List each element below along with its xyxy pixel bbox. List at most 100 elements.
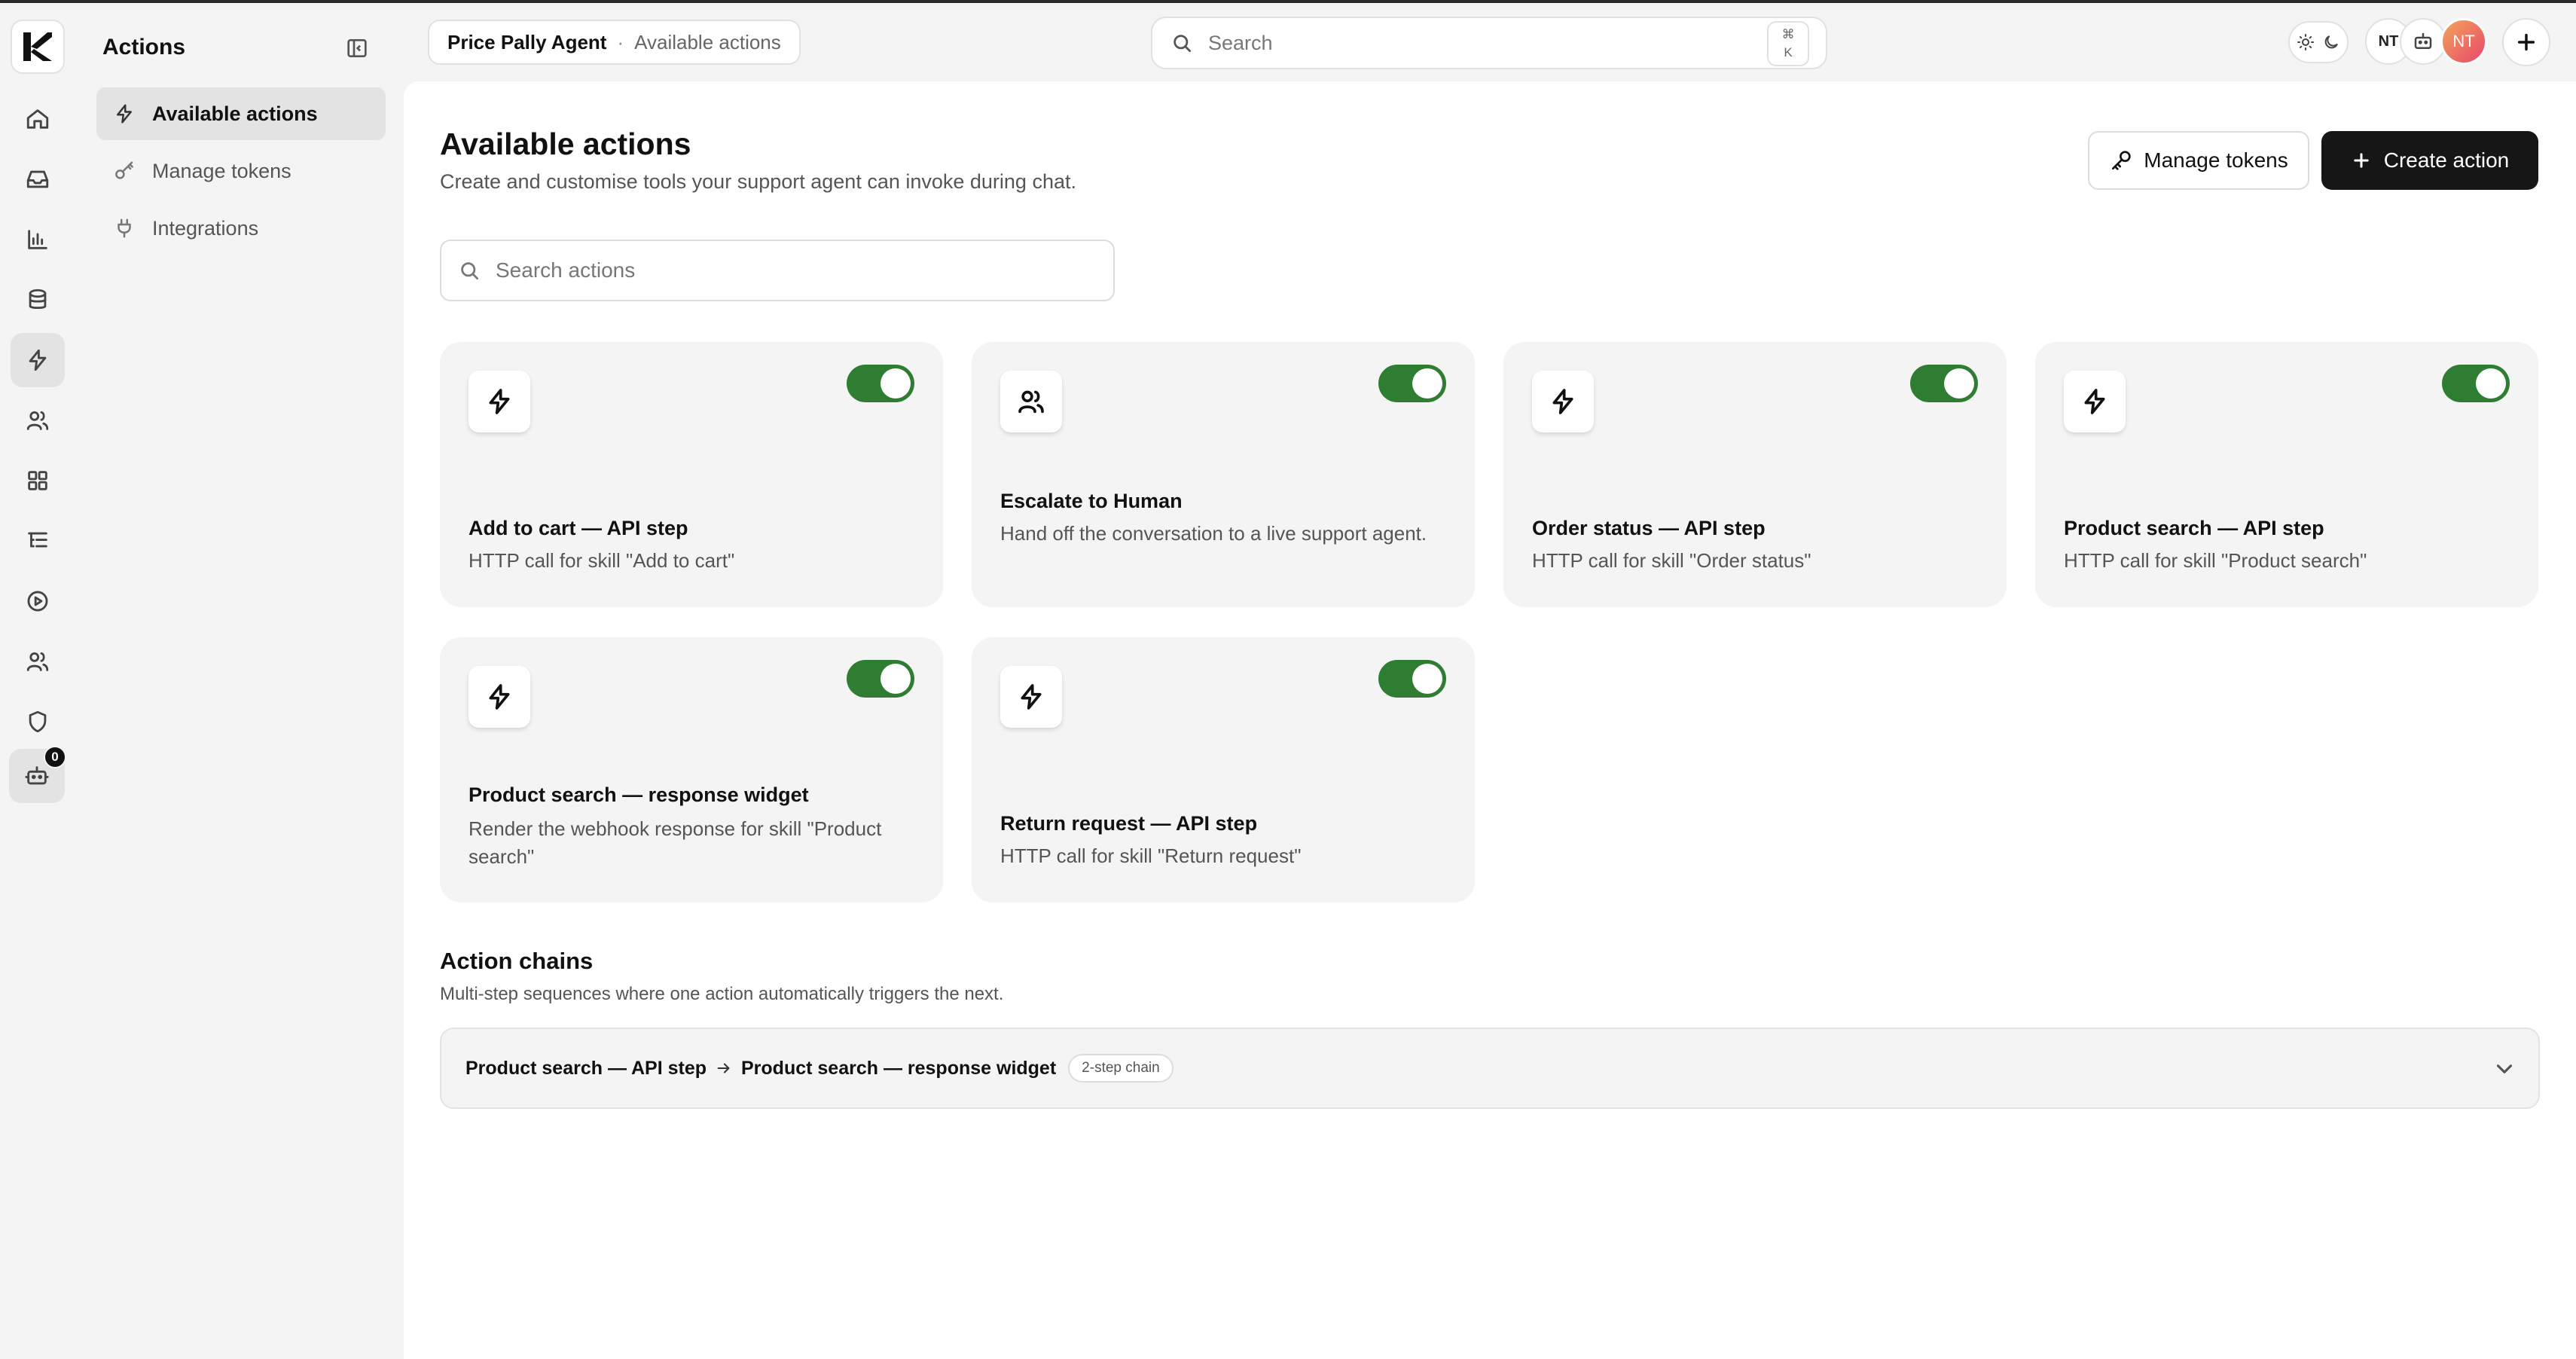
plus-icon: [2354, 153, 2369, 168]
sidebar-item-label: Available actions: [152, 102, 318, 125]
lightning-icon: [1552, 389, 1573, 414]
toggle-knob: [1412, 368, 1442, 399]
logo-icon: [23, 32, 52, 61]
moon-icon: [2324, 35, 2338, 49]
rail-flows[interactable]: [11, 514, 65, 568]
global-search-placeholder: Search: [1208, 31, 1273, 54]
manage-tokens-button[interactable]: Manage tokens: [2088, 131, 2309, 190]
action-enabled-toggle[interactable]: [847, 365, 914, 402]
action-name: Escalate to Human: [1000, 490, 1183, 512]
key-icon: [2112, 151, 2131, 170]
users-icon: [1018, 390, 1044, 414]
play-circle-icon: [27, 591, 48, 612]
grid-icon: [28, 471, 47, 490]
lightning-icon: [489, 684, 510, 710]
rail-team[interactable]: [11, 634, 65, 689]
toggle-knob: [2476, 368, 2506, 399]
rail-analytics[interactable]: [11, 212, 65, 267]
chain-length-badge: 2-step chain: [1068, 1054, 1174, 1083]
action-icon-tile: [1000, 371, 1062, 432]
lightning-icon: [2084, 389, 2105, 414]
inbox-icon: [26, 170, 49, 188]
action-chain-row[interactable]: Product search — API step Product search…: [440, 1028, 2540, 1109]
rail-contacts[interactable]: [11, 393, 65, 447]
action-enabled-toggle[interactable]: [1378, 365, 1446, 402]
action-enabled-toggle[interactable]: [847, 660, 914, 698]
database-icon: [29, 289, 47, 310]
rail-security[interactable]: [11, 695, 65, 749]
sun-icon: [2297, 34, 2315, 50]
add-button[interactable]: [2502, 18, 2550, 66]
main-content: Available actions Create and customise t…: [404, 81, 2576, 1359]
action-description: Hand off the conversation to a live supp…: [1000, 522, 1427, 545]
breadcrumb[interactable]: Price Pally Agent · Available actions: [428, 20, 801, 65]
search-shortcut-hint: ⌘ K: [1767, 21, 1809, 66]
action-card-return-request[interactable]: Return request — API step HTTP call for …: [972, 637, 1475, 902]
action-chains-title: Action chains: [440, 948, 594, 974]
global-search-input[interactable]: Search ⌘ K: [1151, 17, 1827, 69]
sidebar-title: Actions: [102, 35, 186, 60]
home-icon: [26, 109, 49, 129]
rail-actions[interactable]: [11, 333, 65, 387]
app-logo[interactable]: [11, 20, 65, 74]
bot-icon: [25, 766, 49, 785]
theme-toggle[interactable]: [2288, 21, 2349, 63]
rail-home[interactable]: [11, 92, 65, 146]
bar-chart-icon: [28, 230, 47, 249]
expand-chain-button[interactable]: [2492, 1056, 2517, 1082]
action-icon-tile: [1532, 371, 1594, 432]
rail-data[interactable]: [11, 273, 65, 327]
action-card-product-search-api[interactable]: Product search — API step HTTP call for …: [2035, 342, 2538, 607]
key-icon: [115, 161, 133, 179]
icon-rail: 0: [0, 3, 75, 1359]
action-card-escalate-to-human[interactable]: Escalate to Human Hand off the conversat…: [972, 342, 1475, 607]
page-title: Available actions: [440, 127, 691, 161]
action-card-product-search-widget[interactable]: Product search — response widget Render …: [440, 637, 943, 902]
bot-icon: [2414, 32, 2432, 49]
action-name: Return request — API step: [1000, 812, 1258, 835]
plug-icon: [118, 218, 131, 238]
action-icon-tile: [1000, 666, 1062, 728]
toggle-knob: [881, 368, 911, 399]
manage-tokens-label: Manage tokens: [2144, 148, 2288, 172]
create-action-button[interactable]: Create action: [2321, 131, 2538, 190]
sidebar-item-label: Integrations: [152, 216, 259, 240]
action-description: HTTP call for skill "Product search": [2064, 549, 2367, 572]
list-tree-icon: [28, 532, 47, 548]
breadcrumb-agent[interactable]: Price Pally Agent: [447, 31, 606, 54]
action-enabled-toggle[interactable]: [2442, 365, 2510, 402]
action-enabled-toggle[interactable]: [1910, 365, 1978, 402]
collapse-sidebar-button[interactable]: [342, 33, 372, 63]
user-avatar[interactable]: NT: [2440, 18, 2487, 65]
sidebar-item-manage-tokens[interactable]: Manage tokens: [96, 145, 386, 197]
rail-playback[interactable]: [11, 574, 65, 628]
toggle-knob: [1944, 368, 1974, 399]
action-description: Render the webhook response for skill "P…: [469, 817, 882, 868]
shortcut-letter-key: K: [1784, 45, 1793, 60]
action-card-order-status[interactable]: Order status — API step HTTP call for sk…: [1503, 342, 2007, 607]
action-icon-tile: [469, 371, 530, 432]
action-icon-tile: [469, 666, 530, 728]
lightning-icon: [117, 104, 132, 124]
plus-icon: [2517, 33, 2535, 51]
search-icon: [461, 262, 478, 279]
presence-avatars[interactable]: NT NT: [2365, 18, 2492, 66]
breadcrumb-page: Available actions: [634, 30, 781, 53]
sidebar-item-available-actions[interactable]: Available actions: [96, 87, 386, 140]
search-actions-input[interactable]: Search actions: [440, 240, 1115, 301]
action-enabled-toggle[interactable]: [1378, 660, 1446, 698]
bot-count-badge: 0: [44, 746, 66, 768]
action-description: HTTP call for skill "Return request": [1000, 844, 1302, 867]
toggle-knob: [881, 664, 911, 694]
rail-bot[interactable]: 0: [9, 746, 66, 803]
bot-presence-bubble[interactable]: [2400, 18, 2446, 65]
chevron-down-icon: [2496, 1064, 2513, 1073]
action-description: HTTP call for skill "Order status": [1532, 549, 1811, 572]
action-card-add-to-cart[interactable]: Add to cart — API step HTTP call for ski…: [440, 342, 943, 607]
sidebar-collapse-icon: [347, 39, 367, 57]
sidebar-item-integrations[interactable]: Integrations: [96, 202, 386, 255]
action-name: Product search — response widget: [469, 783, 809, 806]
rail-inbox[interactable]: [11, 152, 65, 206]
breadcrumb-separator: ·: [617, 30, 624, 53]
rail-apps[interactable]: [11, 454, 65, 508]
